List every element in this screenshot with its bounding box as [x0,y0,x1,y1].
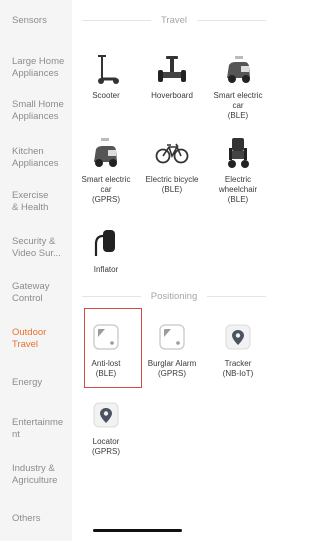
device-label: Hoverboard [151,91,193,100]
section-header-travel: Travel [82,13,267,27]
sidebar-item-entertainment[interactable]: Entertainme nt [12,417,70,440]
device-tile-inflator[interactable]: Inflator [76,226,136,275]
sidebar-item-small-home-appliances[interactable]: Small Home Appliances [12,99,70,122]
sidebar-item-security-video[interactable]: Security & Video Sur... [12,236,70,259]
hoverboard-icon [155,52,189,86]
electric-car-icon [89,136,123,170]
device-label: Burglar Alarm (GPRS) [147,359,197,378]
location-pin-icon [221,320,255,354]
divider [207,295,267,297]
device-label: Scooter [92,91,120,100]
device-tile-anti-lost-ble[interactable]: Anti-lost (BLE) [76,320,136,379]
device-tile-burglar-alarm-gprs[interactable]: Burglar Alarm (GPRS) [142,320,202,379]
section-header-positioning: Positioning [82,289,267,303]
device-catalog: Travel Scooter Hoverboard Smart electric… [72,0,274,541]
sidebar-item-energy[interactable]: Energy [12,377,70,389]
device-label: Electric bicycle (BLE) [145,175,199,194]
wheelchair-icon [221,136,255,170]
divider [82,295,141,297]
section-title: Positioning [150,290,198,302]
sidebar-item-sensors[interactable]: Sensors [12,15,70,27]
device-tile-electric-wheelchair-ble[interactable]: Electric wheelchair (BLE) [208,136,268,205]
section-title: Travel [160,14,188,26]
device-label: Anti-lost (BLE) [91,359,121,378]
divider [82,19,151,21]
scooter-icon [89,52,123,86]
sidebar-item-outdoor-travel[interactable]: Outdoor Travel [12,327,70,350]
sidebar-item-large-home-appliances[interactable]: Large Home Appliances [12,56,70,79]
burglar-alarm-tag-icon [155,320,189,354]
sidebar-item-kitchen-appliances[interactable]: Kitchen Appliances [12,146,70,169]
device-label: Smart electric car (GPRS) [81,175,131,204]
sidebar-item-gateway-control[interactable]: Gateway Control [12,281,70,304]
home-indicator[interactable] [93,529,182,532]
sidebar-item-industry-agriculture[interactable]: Industry & Agriculture [12,463,70,486]
device-tile-scooter[interactable]: Scooter [76,52,136,101]
device-label: Electric wheelchair (BLE) [218,175,258,204]
device-tile-smart-electric-car-ble[interactable]: Smart electric car (BLE) [208,52,268,121]
category-sidebar: Sensors Large Home Appliances Small Home… [0,0,72,541]
sidebar-item-exercise-health[interactable]: Exercise & Health [12,190,70,213]
electric-car-icon [221,52,255,86]
bicycle-icon [155,136,189,170]
device-tile-smart-electric-car-gprs[interactable]: Smart electric car (GPRS) [76,136,136,205]
device-tile-locator-gprs[interactable]: Locator (GPRS) [76,398,136,457]
device-label: Locator (GPRS) [92,437,120,456]
device-label: Tracker (NB-IoT) [222,359,254,378]
device-label: Inflator [93,265,119,274]
device-tile-electric-bicycle-ble[interactable]: Electric bicycle (BLE) [142,136,202,195]
divider [197,19,267,21]
inflator-icon [89,226,123,260]
device-tile-hoverboard[interactable]: Hoverboard [142,52,202,101]
device-label: Smart electric car (BLE) [213,91,263,120]
sidebar-item-others[interactable]: Others [12,513,70,525]
device-tile-tracker-nb-iot[interactable]: Tracker (NB-IoT) [208,320,268,379]
location-pin-icon [89,398,123,432]
anti-lost-tag-icon [89,320,123,354]
